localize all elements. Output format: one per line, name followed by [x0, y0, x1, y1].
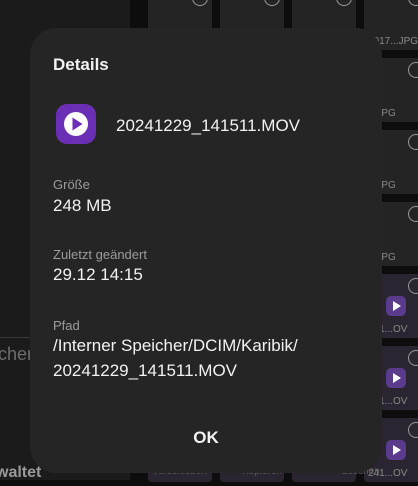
file-name: 20241229_141511.MOV — [116, 116, 301, 135]
select-circle-icon[interactable] — [408, 62, 418, 78]
video-play-icon — [56, 104, 96, 144]
modified-value: 29.12 14:15 — [53, 265, 143, 284]
select-circle-icon[interactable] — [408, 422, 418, 438]
select-circle-icon[interactable] — [264, 0, 280, 6]
background-bottom-label: waltet — [0, 464, 42, 481]
path-value-line-1: /Interner Speicher/DCIM/Karibik/ — [53, 336, 298, 355]
background-partial-label: cher — [0, 344, 34, 364]
select-circle-icon[interactable] — [408, 134, 418, 150]
video-play-icon — [386, 440, 406, 460]
size-value: 248 MB — [53, 196, 112, 215]
size-label: Größe — [53, 177, 90, 192]
select-circle-icon[interactable] — [192, 0, 208, 6]
select-circle-icon[interactable] — [408, 350, 418, 366]
dialog-title: Details — [53, 55, 109, 74]
select-circle-icon[interactable] — [336, 0, 352, 6]
modified-label: Zuletzt geändert — [53, 247, 147, 262]
path-label: Pfad — [53, 318, 80, 333]
ok-button[interactable]: OK — [176, 423, 236, 453]
select-circle-icon[interactable] — [408, 206, 418, 222]
details-dialog: Details 20241229_141511.MOV Größe 248 MB… — [31, 29, 381, 472]
select-circle-icon[interactable] — [408, 0, 418, 6]
select-circle-icon[interactable] — [408, 278, 418, 294]
video-play-icon — [386, 368, 406, 388]
path-value-line-2: 20241229_141511.MOV — [53, 361, 238, 380]
video-play-icon — [386, 296, 406, 316]
